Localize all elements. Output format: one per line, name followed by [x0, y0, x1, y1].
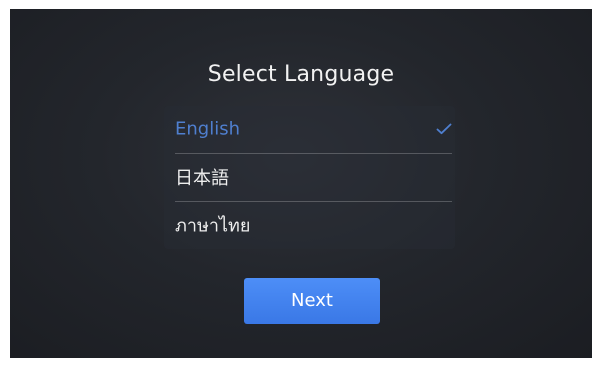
- language-option-japanese[interactable]: 日本語: [164, 154, 455, 200]
- next-button[interactable]: Next: [244, 278, 380, 324]
- language-option-english[interactable]: English: [164, 106, 455, 152]
- page-title: Select Language: [207, 62, 395, 87]
- language-setup-screen: Select Language English 日本語 ภาษาไทย Next: [10, 9, 592, 358]
- language-list: English 日本語 ภาษาไทย: [164, 106, 455, 249]
- language-label: ภาษาไทย: [175, 215, 251, 237]
- check-icon: [436, 123, 452, 135]
- language-option-thai[interactable]: ภาษาไทย: [164, 202, 455, 248]
- language-label: English: [175, 118, 240, 140]
- language-label: 日本語: [175, 168, 229, 189]
